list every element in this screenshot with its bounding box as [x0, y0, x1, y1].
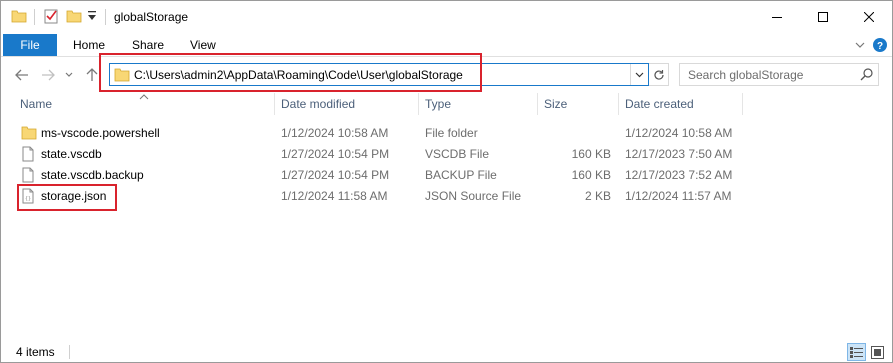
new-folder-icon[interactable]: [66, 8, 82, 26]
file-date-created: 12/17/2023 7:52 AM: [625, 168, 733, 182]
svg-text:?: ?: [877, 41, 883, 52]
column-date-modified[interactable]: Date modified: [281, 97, 355, 111]
forward-arrow-icon[interactable]: [37, 64, 59, 86]
file-type: JSON Source File: [425, 189, 522, 203]
search-box[interactable]: Search globalStorage: [679, 63, 879, 86]
list-item[interactable]: {} storage.json 1/12/2024 11:58 AM JSON …: [15, 186, 735, 207]
details-view-icon[interactable]: [847, 343, 866, 361]
refresh-icon[interactable]: [649, 63, 669, 86]
tab-home[interactable]: Home: [73, 38, 105, 52]
file-type: BACKUP File: [425, 168, 497, 182]
column-headers: Name Date modified Type Size Date create…: [1, 93, 892, 115]
file-date-modified: 1/27/2024 10:54 PM: [281, 168, 390, 182]
minimize-button[interactable]: [754, 1, 800, 33]
large-icons-view-icon[interactable]: [868, 343, 887, 361]
window-title: globalStorage: [114, 10, 189, 24]
properties-icon[interactable]: [43, 8, 59, 26]
help-icon[interactable]: ?: [871, 36, 889, 54]
item-count: 4 items: [16, 345, 55, 359]
chevron-down-icon[interactable]: [851, 36, 869, 54]
address-dropdown-icon[interactable]: [630, 64, 648, 85]
file-date-modified: 1/12/2024 10:58 AM: [281, 126, 389, 140]
recent-locations-icon[interactable]: [61, 64, 77, 86]
column-name[interactable]: Name: [20, 97, 52, 111]
close-button[interactable]: [846, 1, 892, 33]
file-size: 160 KB: [571, 168, 611, 182]
back-arrow-icon[interactable]: [11, 64, 33, 86]
column-size[interactable]: Size: [544, 97, 567, 111]
search-icon[interactable]: [860, 67, 874, 84]
list-item[interactable]: state.vscdb 1/27/2024 10:54 PM VSCDB Fil…: [15, 144, 735, 165]
title-bar: globalStorage: [1, 1, 892, 33]
maximize-button[interactable]: [800, 1, 846, 33]
tab-share[interactable]: Share: [132, 38, 164, 52]
customize-quick-access-icon[interactable]: [87, 10, 97, 28]
search-input[interactable]: Search globalStorage: [688, 68, 803, 82]
file-size: 160 KB: [571, 147, 611, 161]
file-date-created: 12/17/2023 7:50 AM: [625, 147, 733, 161]
address-highlight-box: [99, 53, 482, 92]
file-date-modified: 1/27/2024 10:54 PM: [281, 147, 390, 161]
file-icon: [21, 146, 35, 165]
file-type: VSCDB File: [425, 147, 490, 161]
file-type: File folder: [425, 126, 478, 140]
file-highlight-box: [17, 184, 117, 211]
list-item[interactable]: state.vscdb.backup 1/27/2024 10:54 PM BA…: [15, 165, 735, 186]
tab-file[interactable]: File: [3, 34, 57, 56]
file-name[interactable]: ms-vscode.powershell: [41, 126, 160, 140]
status-bar: 4 items: [1, 341, 892, 362]
file-date-modified: 1/12/2024 11:58 AM: [281, 189, 388, 203]
list-item[interactable]: ms-vscode.powershell 1/12/2024 10:58 AM …: [15, 123, 735, 144]
file-date-created: 1/12/2024 10:58 AM: [625, 126, 733, 140]
tab-view[interactable]: View: [190, 38, 216, 52]
column-date-created[interactable]: Date created: [625, 97, 694, 111]
column-type[interactable]: Type: [425, 97, 451, 111]
explorer-window: globalStorage File Home Share View ? C:\…: [0, 0, 893, 363]
file-name[interactable]: state.vscdb: [41, 147, 102, 161]
file-date-created: 1/12/2024 11:57 AM: [625, 189, 732, 203]
file-name[interactable]: state.vscdb.backup: [41, 168, 144, 182]
file-size: 2 KB: [584, 189, 611, 203]
folder-icon: [11, 8, 27, 26]
folder-icon: [21, 125, 37, 143]
